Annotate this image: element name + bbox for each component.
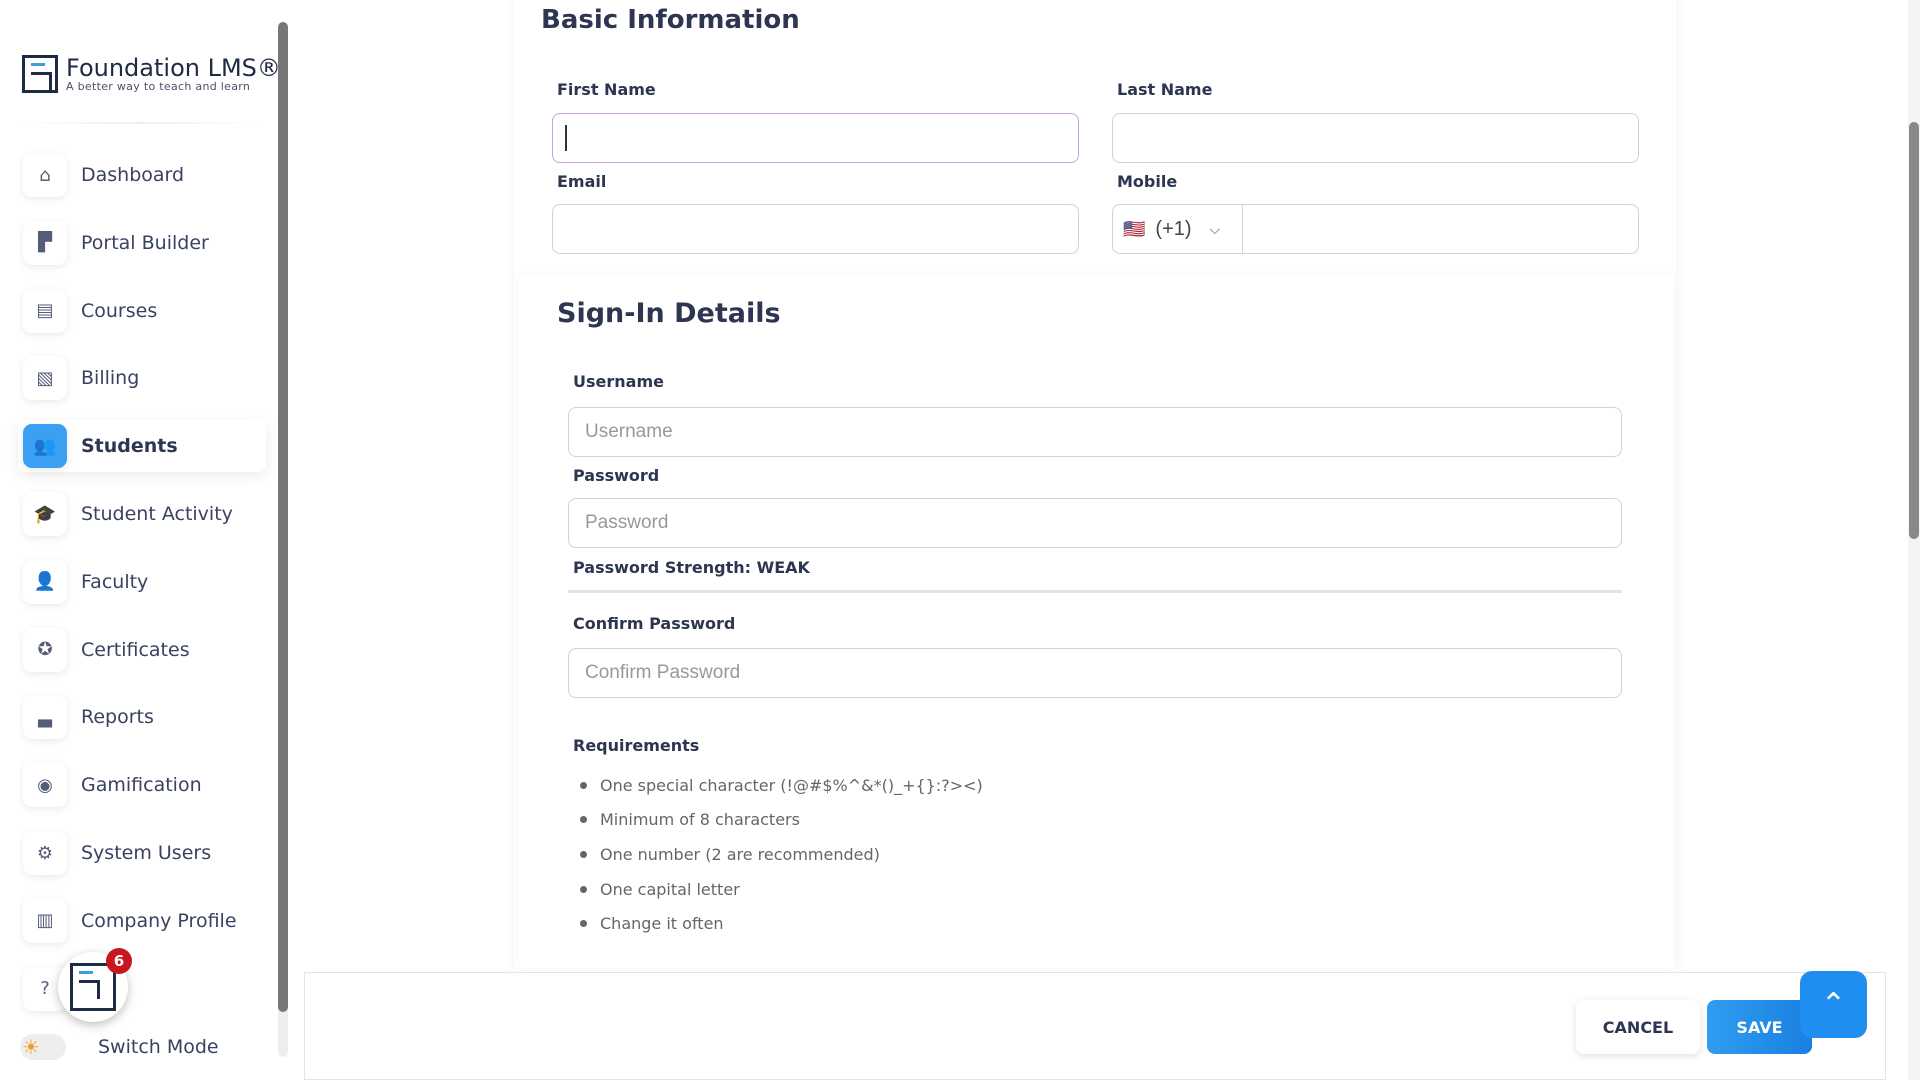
requirement-item: One number (2 are recommended) [580,845,880,864]
faculty-icon: 👤 [23,559,67,604]
sidebar-item-system-users[interactable]: ⚙ System Users [18,827,266,879]
sidebar-item-courses[interactable]: ▤ Courses [18,285,266,337]
sidebar-item-label: Courses [81,299,158,322]
sidebar-item-label: Billing [81,367,140,390]
sidebar-item-label: Portal Builder [81,231,209,254]
sidebar-item-help[interactable]: ?Help [18,963,266,1015]
requirement-text: One special character (!@#$%^&*()_+{}:?>… [600,776,983,795]
sidebar-item-portal-builder[interactable]: ▛ Portal Builder [18,217,266,269]
requirement-text: Minimum of 8 characters [600,810,800,829]
home-icon: ⌂ [23,153,67,197]
section-title-signin: Sign-In Details [557,298,781,329]
sidebar-item-reports[interactable]: ▃ Reports [18,691,266,743]
sidebar-item-label: Gamification [81,774,202,797]
requirement-text: One capital letter [600,880,740,899]
sidebar-item-label: Faculty [81,570,149,593]
sidebar-item-student-activity[interactable]: 🎓 Student Activity [18,488,266,540]
us-flag-icon: 🇺🇸 [1123,218,1146,239]
requirement-item: Change it often [580,914,724,933]
sidebar-item-label: Company Profile [81,909,237,932]
requirement-item: Minimum of 8 characters [580,810,800,829]
username-input[interactable]: Username [568,407,1622,457]
password-input[interactable]: Password [568,498,1622,548]
notification-badge: 6 [106,948,132,974]
logo[interactable]: Foundation LMS® A better way to teach an… [22,55,281,93]
brand-name: Foundation LMS® [66,53,281,82]
first-name-label: First Name [557,80,656,99]
sidebar-item-certificates[interactable]: ✪ Certificates [18,624,266,676]
password-label: Password [573,466,660,485]
last-name-label: Last Name [1117,80,1213,99]
users-gear-icon: ⚙ [23,831,67,875]
bullet-icon [580,920,587,927]
gamepad-icon: ◉ [23,763,67,808]
book-icon: ▤ [23,288,67,333]
sidebar-item-label: Students [81,435,178,458]
graduation-cap-icon: 🎓 [23,492,67,536]
username-label: Username [573,372,664,391]
mobile-label: Mobile [1117,172,1178,191]
password-placeholder: Password [585,512,669,533]
sidebar-item-gamification[interactable]: ◉ Gamification [18,759,266,811]
cancel-button[interactable]: CANCEL [1576,1000,1700,1054]
switch-mode-toggle[interactable]: ☀ Switch Mode [20,1034,219,1060]
confirm-placeholder: Confirm Password [585,662,741,683]
save-button[interactable]: SAVE [1707,1000,1812,1054]
last-name-input[interactable] [1112,113,1639,163]
building-icon: ▥ [23,898,67,943]
sidebar-item-billing[interactable]: ▧ Billing [18,352,266,404]
chart-icon: ▃ [23,695,67,740]
bullet-icon [580,886,587,893]
sidebar-item-faculty[interactable]: 👤 Faculty [18,556,266,608]
chevron-down-icon: ⌵ [1209,220,1221,237]
students-icon: 👥 [23,424,67,469]
bullet-icon [580,816,587,823]
sidebar-item-label: Student Activity [81,503,233,525]
sidebar-item-label: Dashboard [81,164,185,186]
bullet-icon [580,782,587,789]
chevron-up-icon: ⌃ [1820,987,1847,1022]
bullet-icon [580,851,587,858]
password-strength: Password Strength: WEAK [573,558,810,577]
switch-mode-label: Switch Mode [98,1036,219,1058]
sun-icon: ☀ [20,1034,66,1060]
first-name-input[interactable] [552,113,1079,163]
requirement-item: One special character (!@#$%^&*()_+{}:?>… [580,776,983,795]
requirement-item: One capital letter [580,880,740,899]
sidebar-item-label: System Users [81,842,212,864]
logo-mark-icon [22,55,58,93]
country-code-select[interactable]: 🇺🇸 (+1) ⌵ [1113,205,1243,253]
section-title-basic: Basic Information [541,5,800,35]
sidebar-item-label: Certificates [81,638,190,661]
brand-tagline: A better way to teach and learn [66,79,251,93]
portal-icon: ▛ [23,220,67,265]
country-code: (+1) [1155,217,1192,240]
requirement-text: One number (2 are recommended) [600,845,880,864]
confirm-password-label: Confirm Password [573,614,736,633]
email-label: Email [557,172,607,191]
sidebar: Foundation LMS® A better way to teach an… [0,0,290,1080]
requirement-text: Change it often [600,914,724,933]
award-icon: ✪ [23,627,67,672]
sidebar-item-students[interactable]: 👥 Students [18,420,266,472]
mobile-input[interactable] [1243,205,1638,253]
sidebar-item-company-profile[interactable]: ▥ Company Profile [18,895,266,947]
strength-bar [568,590,1622,593]
mobile-field: 🇺🇸 (+1) ⌵ [1112,204,1639,254]
sidebar-scrollbar[interactable] [278,22,288,1057]
page-scrollbar[interactable] [1908,0,1920,1080]
invoice-icon: ▧ [23,356,67,401]
username-placeholder: Username [585,421,673,442]
divider [20,122,260,124]
sidebar-item-dashboard[interactable]: ⌂ Dashboard [18,149,266,201]
email-input[interactable] [552,204,1079,254]
sidebar-item-label: Reports [81,706,154,729]
requirements-title: Requirements [573,736,700,755]
confirm-password-input[interactable]: Confirm Password [568,648,1622,698]
scroll-to-top-button[interactable]: ⌃ [1800,971,1867,1038]
